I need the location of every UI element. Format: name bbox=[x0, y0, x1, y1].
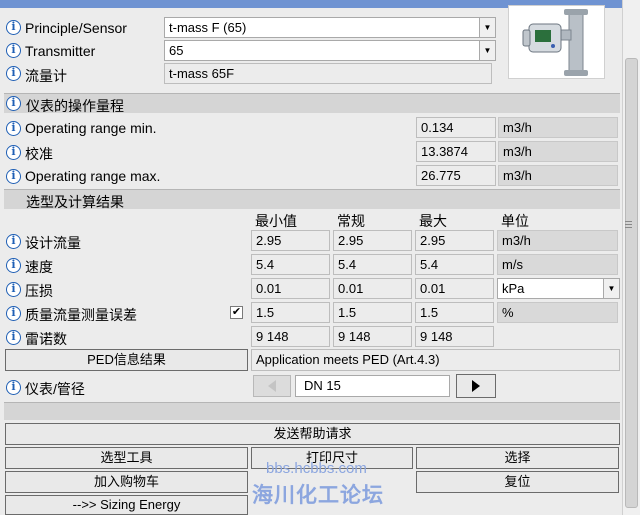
flowmeter-field: t-mass 65F bbox=[164, 63, 492, 84]
mass-flow-error-unit: % bbox=[497, 302, 618, 323]
pipe-size-label: 仪表/管径 bbox=[25, 381, 85, 397]
velocity-unit: m/s bbox=[497, 254, 618, 275]
reset-button[interactable]: 复位 bbox=[416, 471, 619, 493]
calibration-value: 13.3874 bbox=[416, 141, 496, 162]
info-icon[interactable]: i bbox=[6, 380, 21, 395]
operating-range-section: i 仪表的操作量程 bbox=[4, 93, 620, 114]
sizing-energy-button[interactable]: -->> Sizing Energy bbox=[5, 495, 248, 515]
velocity-label: 速度 bbox=[25, 259, 53, 275]
prev-size-button[interactable] bbox=[253, 375, 291, 397]
info-icon[interactable]: i bbox=[6, 306, 21, 321]
principle-label: Principle/Sensor bbox=[25, 20, 127, 36]
watermark-url: bbs.hcbbs.com bbox=[266, 460, 367, 477]
reynolds-normal: 9 148 bbox=[333, 326, 412, 347]
results-title: 选型及计算结果 bbox=[26, 194, 124, 210]
reynolds-max: 9 148 bbox=[415, 326, 494, 347]
column-normal-header: 常规 bbox=[337, 213, 365, 229]
divider-bar bbox=[4, 402, 620, 420]
transmitter-label: Transmitter bbox=[25, 43, 96, 59]
range-min-value: 0.134 bbox=[416, 117, 496, 138]
arrow-right-icon bbox=[472, 380, 480, 392]
range-min-unit: m3/h bbox=[498, 117, 618, 138]
mass-flow-error-checkbox[interactable]: ✔ bbox=[230, 306, 243, 319]
pipe-size-field[interactable]: DN 15 bbox=[295, 375, 450, 397]
velocity-max: 5.4 bbox=[415, 254, 494, 275]
flowmeter-device-icon bbox=[522, 9, 588, 76]
info-icon[interactable]: i bbox=[6, 258, 21, 273]
help-request-button[interactable]: 发送帮助请求 bbox=[5, 423, 620, 445]
pressure-loss-label: 压损 bbox=[25, 283, 53, 299]
transmitter-value: 65 bbox=[169, 43, 184, 58]
results-section: 选型及计算结果 bbox=[4, 189, 620, 210]
add-to-cart-button[interactable]: 加入购物车 bbox=[5, 471, 248, 493]
info-icon[interactable]: i bbox=[6, 145, 21, 160]
pressure-unit-value: kPa bbox=[502, 281, 525, 296]
arrow-left-icon bbox=[268, 380, 276, 392]
mass-flow-error-min: 1.5 bbox=[251, 302, 330, 323]
velocity-min: 5.4 bbox=[251, 254, 330, 275]
calibration-unit: m3/h bbox=[498, 141, 618, 162]
reynolds-min: 9 148 bbox=[251, 326, 330, 347]
select-button[interactable]: 选择 bbox=[416, 447, 619, 469]
info-icon[interactable]: i bbox=[6, 66, 21, 81]
range-max-label: Operating range max. bbox=[25, 168, 161, 184]
next-size-button[interactable] bbox=[456, 374, 496, 398]
principle-value: t-mass F (65) bbox=[169, 20, 247, 35]
watermark-name: 海川化工论坛 bbox=[252, 484, 384, 507]
chevron-down-icon[interactable]: ▼ bbox=[479, 18, 495, 37]
design-flow-normal: 2.95 bbox=[333, 230, 412, 251]
range-max-value: 26.775 bbox=[416, 165, 496, 186]
info-icon[interactable]: i bbox=[6, 234, 21, 249]
selection-tool-button[interactable]: 选型工具 bbox=[5, 447, 248, 469]
flowmeter-label: 流量计 bbox=[25, 68, 67, 84]
info-icon[interactable]: i bbox=[6, 43, 21, 58]
chevron-down-icon[interactable]: ▼ bbox=[603, 279, 619, 298]
pressure-loss-min: 0.01 bbox=[251, 278, 330, 299]
design-flow-label: 设计流量 bbox=[25, 235, 81, 251]
flowmeter-device-image bbox=[508, 5, 605, 79]
range-min-label: Operating range min. bbox=[25, 120, 157, 136]
design-flow-min: 2.95 bbox=[251, 230, 330, 251]
sizing-window: i Principle/Sensor t-mass F (65) ▼ i Tra… bbox=[0, 0, 640, 515]
scrollbar-thumb[interactable] bbox=[625, 58, 638, 508]
info-icon[interactable]: i bbox=[6, 330, 21, 345]
info-icon[interactable]: i bbox=[6, 282, 21, 297]
ped-result: Application meets PED (Art.4.3) bbox=[251, 349, 620, 371]
mass-flow-error-label: 质量流量测量误差 bbox=[25, 307, 137, 323]
vertical-scrollbar[interactable] bbox=[622, 0, 640, 515]
chevron-down-icon[interactable]: ▼ bbox=[479, 41, 495, 60]
pressure-unit-select[interactable]: kPa ▼ bbox=[497, 278, 620, 299]
reynolds-label: 雷诺数 bbox=[25, 331, 67, 347]
column-min-header: 最小值 bbox=[255, 213, 297, 229]
pressure-loss-max: 0.01 bbox=[415, 278, 494, 299]
grip-icon bbox=[625, 221, 632, 229]
design-flow-max: 2.95 bbox=[415, 230, 494, 251]
column-unit-header: 单位 bbox=[501, 213, 529, 229]
mass-flow-error-max: 1.5 bbox=[415, 302, 494, 323]
info-icon[interactable]: i bbox=[6, 121, 21, 136]
operating-range-title: 仪表的操作量程 bbox=[26, 98, 124, 114]
range-max-unit: m3/h bbox=[498, 165, 618, 186]
velocity-normal: 5.4 bbox=[333, 254, 412, 275]
design-flow-unit: m3/h bbox=[497, 230, 618, 251]
mass-flow-error-normal: 1.5 bbox=[333, 302, 412, 323]
pressure-loss-normal: 0.01 bbox=[333, 278, 412, 299]
info-icon[interactable]: i bbox=[6, 20, 21, 35]
calibration-label: 校准 bbox=[25, 146, 53, 162]
principle-select[interactable]: t-mass F (65) ▼ bbox=[164, 17, 496, 38]
column-max-header: 最大 bbox=[419, 213, 447, 229]
transmitter-select[interactable]: 65 ▼ bbox=[164, 40, 496, 61]
info-icon[interactable]: i bbox=[6, 169, 21, 184]
info-icon[interactable]: i bbox=[6, 96, 21, 111]
ped-info-button[interactable]: PED信息结果 bbox=[5, 349, 248, 371]
